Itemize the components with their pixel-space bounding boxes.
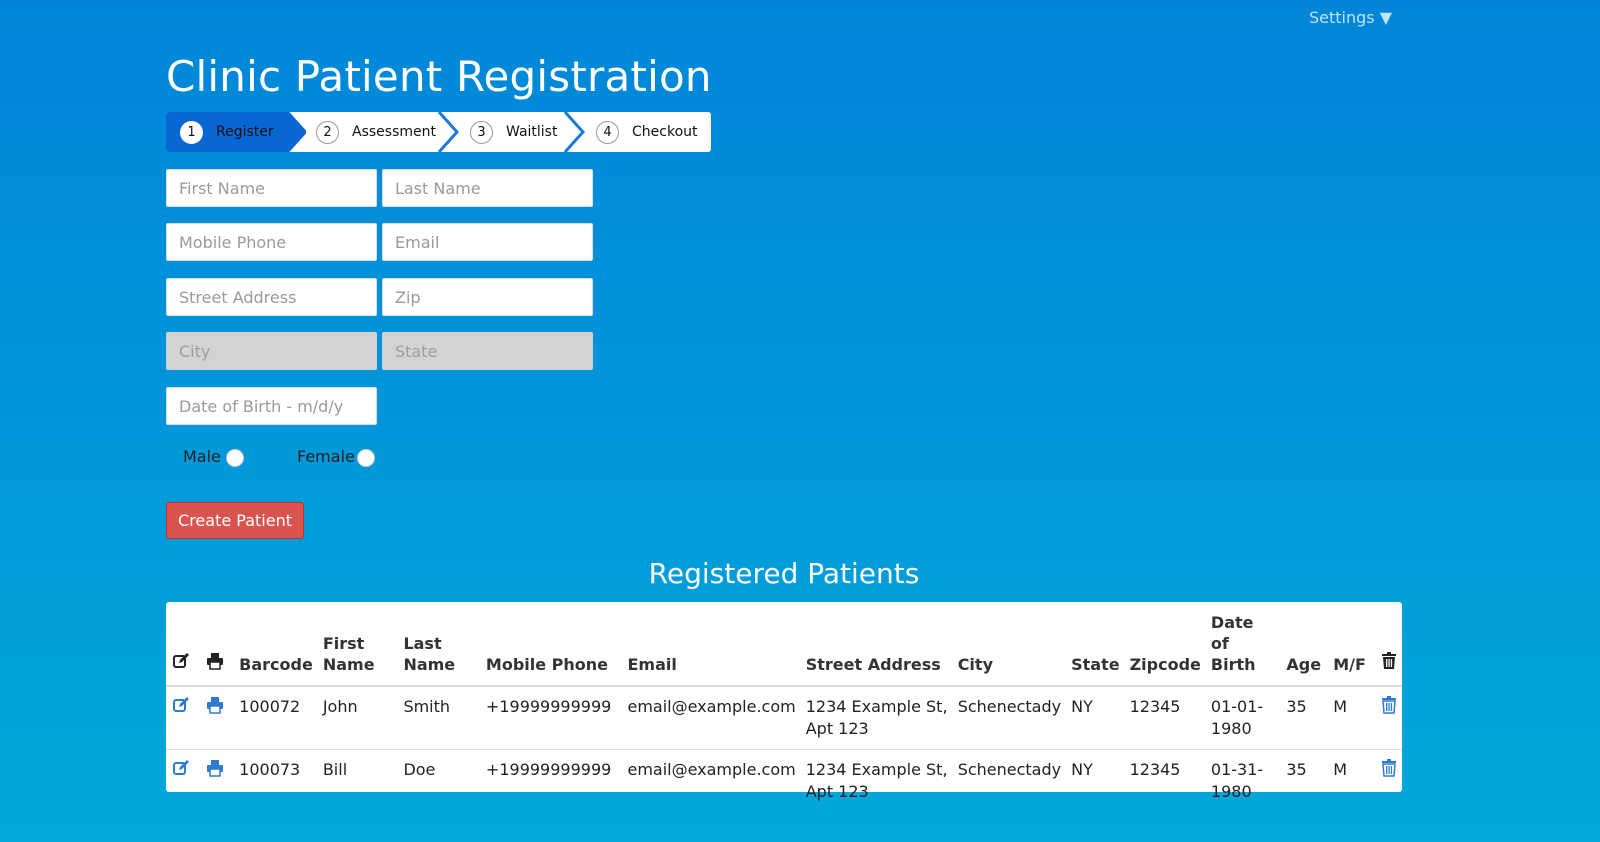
- delete-cell: [1374, 686, 1402, 750]
- cell-last-name: Doe: [397, 749, 480, 813]
- cell-street-address: 1234 Example St, Apt 123: [799, 749, 952, 813]
- cell-date-of-birth: 01-01-1980: [1210, 697, 1264, 738]
- table-row: 100072 John Smith +19999999999 email@exa…: [166, 686, 1402, 750]
- delete-column-header: [1374, 602, 1402, 687]
- step-number: 2: [316, 120, 339, 144]
- email-input[interactable]: [382, 223, 593, 261]
- column-header-barcode: Barcode: [233, 602, 317, 687]
- table-row: 100073 Bill Doe +19999999999 email@examp…: [166, 749, 1402, 813]
- registration-wizard: 1 Register 2 Assessment 3 Waitlist 4 Che…: [166, 112, 711, 152]
- female-label: Female: [297, 447, 355, 466]
- column-header-zipcode: Zipcode: [1123, 602, 1205, 687]
- cell-date-of-birth: 01-31-1980: [1204, 749, 1281, 813]
- zip-input[interactable]: [382, 278, 593, 316]
- step-number: 1: [180, 120, 203, 144]
- wizard-step-checkout[interactable]: 4 Checkout: [566, 112, 711, 152]
- page-title: Clinic Patient Registration: [166, 52, 712, 101]
- cell-first-name: John: [322, 697, 358, 716]
- print-icon[interactable]: [206, 759, 224, 777]
- cell-state: NY: [1071, 697, 1093, 716]
- step-label: Assessment: [352, 124, 436, 140]
- cell-age: 35: [1280, 749, 1328, 813]
- cell-barcode: 100073: [233, 749, 317, 813]
- edit-cell: [166, 749, 200, 813]
- trash-icon[interactable]: [1380, 696, 1398, 714]
- female-radio[interactable]: [357, 449, 375, 467]
- step-number: 4: [596, 120, 619, 144]
- column-header-city: City: [951, 602, 1066, 687]
- cell-city: Schenectady: [951, 749, 1066, 813]
- wizard-step-assessment[interactable]: 2 Assessment: [284, 112, 440, 152]
- first-name-input[interactable]: [166, 169, 377, 207]
- cell-mobile-phone: +19999999999: [485, 697, 612, 716]
- column-header-email: Email: [621, 602, 800, 687]
- step-number: 3: [470, 120, 493, 144]
- cell-city: Schenectady: [957, 697, 1062, 716]
- cell-zipcode: 12345: [1129, 697, 1181, 716]
- column-header-age: Age: [1280, 602, 1328, 687]
- last-name-input[interactable]: [382, 169, 593, 207]
- cell-sex: M: [1327, 749, 1374, 813]
- create-patient-button[interactable]: Create Patient: [166, 502, 304, 539]
- cell-sex: M: [1333, 697, 1348, 716]
- cell-street-address: 1234 Example St, Apt 123: [805, 697, 948, 738]
- wizard-step-register[interactable]: 1 Register: [166, 112, 284, 152]
- wizard-step-waitlist[interactable]: 3 Waitlist: [440, 112, 566, 152]
- state-input: [382, 332, 593, 370]
- delete-cell: [1374, 749, 1402, 813]
- cell-barcode: 100072: [239, 697, 301, 716]
- patients-table: Barcode First Name Last Name Mobile Phon…: [166, 602, 1402, 813]
- column-header-last-name: Last Name: [397, 602, 480, 687]
- print-cell: [199, 749, 234, 813]
- edit-icon[interactable]: [172, 696, 190, 714]
- step-label: Register: [216, 124, 274, 140]
- table-header-row: Barcode First Name Last Name Mobile Phon…: [166, 602, 1402, 687]
- cell-email: email@example.com: [621, 749, 800, 813]
- cell-mobile-phone: +19999999999: [479, 749, 622, 813]
- step-label: Checkout: [632, 124, 698, 140]
- male-radio[interactable]: [226, 449, 244, 467]
- print-icon[interactable]: [206, 696, 224, 714]
- edit-cell: [166, 686, 200, 750]
- registered-patients-title: Registered Patients: [648, 557, 920, 590]
- city-input: [166, 332, 377, 370]
- settings-menu[interactable]: Settings ▼: [1309, 8, 1392, 27]
- cell-zipcode: 12345: [1123, 749, 1205, 813]
- step-label: Waitlist: [506, 124, 558, 140]
- trash-icon: [1380, 652, 1398, 670]
- cell-age: 35: [1286, 697, 1307, 716]
- column-header-mobile-phone: Mobile Phone: [479, 602, 622, 687]
- cell-last-name: Smith: [403, 697, 451, 716]
- column-header-date-of-birth: Date of Birth: [1204, 602, 1281, 687]
- print-column-header: [199, 602, 234, 687]
- cell-state: NY: [1065, 749, 1124, 813]
- male-label: Male: [183, 447, 221, 466]
- column-header-state: State: [1065, 602, 1124, 687]
- edit-icon[interactable]: [172, 759, 190, 777]
- cell-email: email@example.com: [627, 697, 796, 716]
- column-header-street-address: Street Address: [799, 602, 952, 687]
- date-of-birth-input[interactable]: [166, 387, 377, 425]
- edit-icon: [172, 652, 190, 670]
- street-address-input[interactable]: [166, 278, 377, 316]
- column-header-first-name: First Name: [316, 602, 398, 687]
- print-cell: [200, 686, 234, 750]
- mobile-phone-input[interactable]: [166, 223, 377, 261]
- print-icon: [206, 652, 224, 670]
- trash-icon[interactable]: [1380, 759, 1398, 777]
- patients-table-card: Barcode First Name Last Name Mobile Phon…: [166, 602, 1402, 813]
- column-header-sex: M/F: [1327, 602, 1374, 687]
- cell-first-name: Bill: [316, 749, 398, 813]
- edit-column-header: [166, 602, 200, 687]
